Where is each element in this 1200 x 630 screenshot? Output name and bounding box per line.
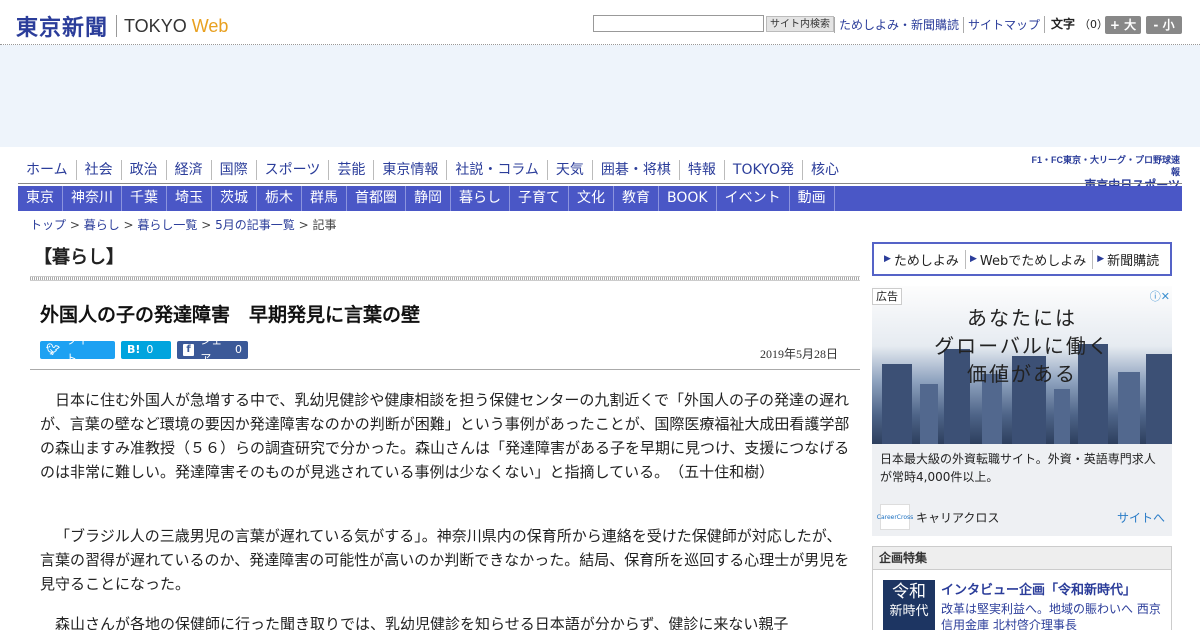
arrow-right-icon: ▶: [1097, 254, 1105, 264]
search-input[interactable]: [593, 15, 764, 32]
nav-divider: [18, 183, 1182, 184]
article-paragraph: 日本に住む外国人が急増する中で、乳幼児健診や健康相談を担う保健センターの九割近く…: [40, 391, 850, 481]
font-size-value: （0）: [1079, 18, 1109, 31]
breadcrumb-kurashi[interactable]: 暮らし: [84, 218, 120, 232]
nav-item[interactable]: 経済: [165, 160, 211, 180]
section-title: 【暮らし】: [34, 247, 124, 268]
breadcrumb-may-list[interactable]: 5月の記事一覧: [215, 218, 295, 232]
site-logo[interactable]: 東京新聞 TOKYO Web: [16, 10, 228, 42]
region-nav-item[interactable]: 教育: [614, 186, 659, 211]
feature-heading: 企画特集: [873, 547, 1171, 570]
logo-web: Web: [191, 15, 229, 36]
region-nav-item[interactable]: 文化: [569, 186, 614, 211]
breadcrumb-kurashi-list[interactable]: 暮らし一覧: [137, 218, 197, 232]
arrow-right-icon: ▶: [884, 254, 891, 264]
logo-japanese: 東京新聞: [16, 16, 109, 41]
nav-item[interactable]: 国際: [210, 160, 256, 180]
ad-headline: あなたには グローバルに働く 価値がある: [934, 306, 1110, 386]
section-rule: [30, 276, 860, 281]
nav-item[interactable]: 東京情報: [373, 160, 446, 180]
region-nav-item[interactable]: イベント: [717, 186, 790, 211]
region-nav-item[interactable]: 神奈川: [63, 186, 122, 211]
article-headline: 外国人の子の発達障害 早期発見に言葉の壁: [40, 304, 421, 326]
ad-footer: CareerCross キャリアクロス サイトへ: [877, 504, 1165, 530]
advertiser-name: キャリアクロス: [916, 510, 1000, 525]
ad-info-icon[interactable]: ⓘ✕: [1150, 288, 1170, 304]
site-search-button[interactable]: サイト内検索: [766, 16, 834, 32]
article-date: 2019年5月28日: [760, 347, 839, 361]
logo-english: TOKYO: [124, 15, 187, 36]
article-paragraph: 「ブラジル人の三歳男児の言葉が遅れている気がする」。神奈川県内の保育所から連絡を…: [40, 527, 850, 593]
region-nav-item[interactable]: 群馬: [302, 186, 347, 211]
tweet-button[interactable]: 🐦︎ ツイート: [40, 334, 115, 365]
region-nav-item[interactable]: 埼玉: [167, 186, 212, 211]
nav-item[interactable]: 社会: [75, 160, 121, 180]
nav-item[interactable]: 芸能: [328, 160, 373, 180]
breadcrumb-current: 記事: [312, 218, 337, 232]
region-nav-item[interactable]: 静岡: [406, 186, 451, 211]
ad-label: 広告: [872, 288, 902, 305]
facebook-share-button[interactable]: f シェア 0: [177, 334, 248, 365]
article-paragraph: 森山さんが各地の保健師に行った聞き取りでは、乳幼児健診を知らせる日本語が分からず…: [55, 615, 789, 630]
twitter-icon: 🐦︎: [46, 343, 60, 356]
ad-link[interactable]: サイトへ: [1117, 509, 1165, 526]
region-nav-item[interactable]: 栃木: [257, 186, 302, 211]
link-trial-subscribe[interactable]: ためしよみ・新聞購読: [834, 16, 963, 33]
utility-links: ためしよみ・新聞購読 サイトマップ 文字 （0）: [834, 16, 1108, 33]
site-header: 東京新聞 TOKYO Web サイト内検索 ためしよみ・新聞購読 サイトマップ …: [0, 0, 1200, 46]
subscription-links: ▶ ためしよみ ▶ Webでためしよみ ▶ 新聞購読: [872, 242, 1172, 276]
logo-divider: [116, 15, 118, 37]
nav-item[interactable]: 核心: [801, 160, 847, 180]
ad-banner-area: [0, 45, 1200, 147]
nav-item[interactable]: 特報: [678, 160, 724, 180]
region-nav-item[interactable]: 暮らし: [451, 186, 510, 211]
facebook-icon: f: [183, 344, 195, 356]
region-nav-item[interactable]: 東京: [18, 186, 63, 211]
hatena-icon: B!: [127, 343, 141, 356]
feature-subtitle[interactable]: 改革は堅実利益へ。地域の賑わいへ 西京信用金庫 北村啓介理事長: [941, 601, 1166, 630]
link-sitemap[interactable]: サイトマップ: [963, 16, 1044, 33]
font-larger-button[interactable]: + 大: [1105, 16, 1141, 34]
sidebar-link-trial[interactable]: ▶ ためしよみ: [880, 250, 965, 269]
nav-item[interactable]: 天気: [546, 160, 592, 180]
nav-item[interactable]: ホーム: [18, 160, 76, 180]
hatena-bookmark-button[interactable]: B! 0: [121, 341, 171, 359]
region-nav-item[interactable]: 子育て: [510, 186, 569, 211]
hatena-count: 0: [146, 343, 154, 356]
nav-item[interactable]: 政治: [120, 160, 166, 180]
main-nav: ホーム 社会 政治 経済 国際 スポーツ 芸能 東京情報 社説・コラム 天気 囲碁・将棋 特報 TOKY…: [18, 160, 847, 180]
region-nav-item[interactable]: 首都圏: [347, 186, 406, 211]
sidebar-ad[interactable]: 広告 ⓘ✕ あなたには グローバルに働く 価値がある 日本最大級の外資転職サイト…: [872, 286, 1172, 536]
nav-item[interactable]: 囲碁・将棋: [591, 160, 679, 180]
region-nav-item[interactable]: BOOK: [659, 186, 717, 211]
sidebar-link-web-trial[interactable]: ▶ Webでためしよみ: [964, 249, 1092, 269]
facebook-count: 0: [235, 343, 242, 356]
region-nav-item[interactable]: 千葉: [122, 186, 167, 211]
nav-item[interactable]: TOKYO発: [723, 160, 802, 180]
sidebar-link-subscribe[interactable]: ▶ 新聞購読: [1092, 249, 1165, 269]
advertiser-logo: CareerCross: [877, 504, 913, 530]
arrow-right-icon: ▶: [969, 254, 977, 264]
region-nav-item[interactable]: 動画: [790, 186, 835, 211]
nav-item[interactable]: 社説・コラム: [446, 160, 547, 180]
sponsor-tagline: F1・FC東京・大リーグ・プロ野球速報: [1031, 155, 1180, 177]
feature-box: 企画特集 令和 新時代 インタビュー企画「令和新時代」 改革は堅実利益へ。地域の…: [872, 546, 1172, 630]
font-size-label: 文字 （0）: [1044, 16, 1108, 33]
breadcrumb: トップ > 暮らし > 暮らし一覧 > 5月の記事一覧 > 記事: [30, 218, 337, 232]
region-nav-item[interactable]: 茨城: [212, 186, 257, 211]
ad-description: 日本最大級の外資転職サイト。外資・英語専門求人が常時4,000件以上。: [880, 452, 1156, 484]
breadcrumb-top[interactable]: トップ: [30, 218, 66, 232]
font-smaller-button[interactable]: - 小: [1146, 16, 1182, 34]
region-nav: 東京 神奈川 千葉 埼玉 茨城 栃木 群馬 首都圏 静岡 暮らし 子育て 文化 教育 BOOK イベント 動画: [18, 186, 1182, 211]
feature-title[interactable]: インタビュー企画「令和新時代」: [941, 579, 1136, 598]
nav-item[interactable]: スポーツ: [255, 160, 329, 180]
article-divider: [30, 369, 860, 370]
feature-thumbnail[interactable]: 令和 新時代: [883, 580, 935, 630]
